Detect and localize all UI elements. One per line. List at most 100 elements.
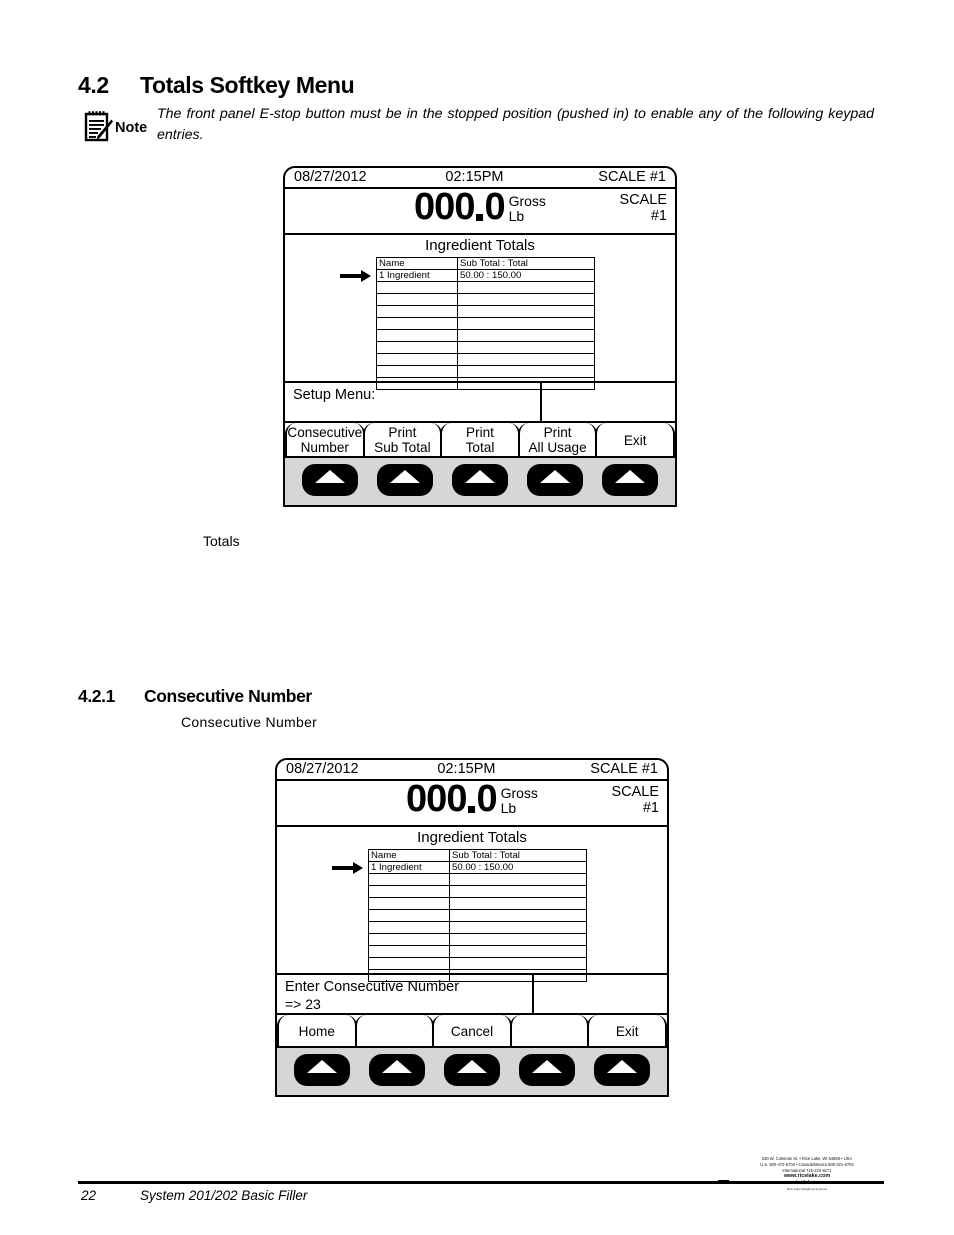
softkey-button-4[interactable] xyxy=(519,1054,576,1086)
table-row[interactable] xyxy=(376,329,595,342)
table-row[interactable] xyxy=(368,945,587,958)
table-row[interactable] xyxy=(368,933,587,946)
table-row[interactable] xyxy=(376,281,595,294)
cell-total xyxy=(457,365,595,378)
right-arrow-icon xyxy=(340,270,372,282)
cell-total xyxy=(457,305,595,318)
status-bar: 08/27/2012 02:15PM SCALE #1 xyxy=(277,760,667,781)
cell-total xyxy=(449,957,587,970)
right-arrow-icon xyxy=(332,862,364,874)
softkey-button-5[interactable] xyxy=(602,463,659,496)
weight-display-row: 000 0 Gross Lb SCALE #1 xyxy=(277,778,667,827)
weight-display: 000 0 Gross Lb xyxy=(277,778,667,820)
scale-indicator-line1: SCALE xyxy=(611,784,659,800)
section-heading-4-2-1: 4.2.1 Consecutive Number xyxy=(78,686,312,707)
softkey-button-2[interactable] xyxy=(376,463,433,496)
cell-total xyxy=(457,281,595,294)
cell-total xyxy=(449,885,587,898)
softkey-label-blank-4[interactable] xyxy=(509,1015,590,1046)
softkey-line1: Print xyxy=(388,425,417,440)
weight-units-group: Gross Lb xyxy=(501,786,538,816)
softkey-button-3[interactable] xyxy=(443,1054,500,1086)
column-header-total: Sub Total : Total xyxy=(457,257,595,270)
body-title: Ingredient Totals xyxy=(417,829,527,846)
cell-total: 50.00 : 150.00 xyxy=(457,269,595,282)
company-address-block: 230 W. Coleman St. • Rice Lake, WI 54868… xyxy=(731,1156,883,1192)
softkey-line2: Sub Total xyxy=(374,440,431,456)
softkey-label-exit[interactable]: Exit xyxy=(595,423,675,456)
table-row[interactable]: 1 Ingredient 50.00 : 150.00 xyxy=(368,861,587,874)
softkey-button-2[interactable] xyxy=(368,1054,425,1086)
softkey-button-tray xyxy=(275,1048,669,1097)
table-row[interactable] xyxy=(368,873,587,886)
table-row[interactable] xyxy=(376,305,595,318)
cell-name xyxy=(376,305,458,318)
consecutive-number-value[interactable]: => 23 xyxy=(285,996,532,1013)
softkey-line2: Total xyxy=(465,440,495,456)
table-row[interactable] xyxy=(368,921,587,934)
scale-indicator-line2: #1 xyxy=(650,208,667,225)
table-row[interactable] xyxy=(368,897,587,910)
softkey-label-blank-2[interactable] xyxy=(354,1015,435,1046)
cell-total xyxy=(449,945,587,958)
scale-indicator-line2: #1 xyxy=(642,800,659,817)
weight-display-row: 000 0 Gross Lb SCALE #1 xyxy=(285,186,675,235)
scale-indicator: SCALE #1 xyxy=(619,192,667,224)
cell-total xyxy=(457,293,595,306)
table-row[interactable] xyxy=(376,317,595,330)
softkey-label-print-sub-total[interactable]: Print Sub Total xyxy=(362,423,443,456)
cell-name: 1 Ingredient xyxy=(368,861,450,874)
weight-units: Lb xyxy=(508,207,525,224)
cell-name xyxy=(368,945,450,958)
table-row[interactable] xyxy=(368,909,587,922)
softkey-button-5[interactable] xyxy=(594,1054,651,1086)
status-bar: 08/27/2012 02:15PM SCALE #1 xyxy=(285,168,675,189)
table-row[interactable] xyxy=(376,341,595,354)
cell-name xyxy=(368,921,450,934)
softkey-button-3[interactable] xyxy=(451,463,508,496)
softkey-label-consecutive-number[interactable]: Consecutive Number xyxy=(285,423,365,456)
table-row[interactable] xyxy=(368,885,587,898)
note-pad-pencil-icon xyxy=(84,110,114,147)
table-row[interactable] xyxy=(376,365,595,378)
table-row[interactable] xyxy=(368,957,587,970)
prompt-area: Enter Consecutive Number => 23 xyxy=(277,975,667,1013)
ingredient-totals-table: Name Sub Total : Total 1 Ingredient 50.0… xyxy=(368,849,587,982)
table-row[interactable]: 1 Ingredient 50.00 : 150.00 xyxy=(376,269,595,282)
softkey-label-cancel[interactable]: Cancel xyxy=(432,1015,512,1046)
softkey-button-4[interactable] xyxy=(527,463,584,496)
prompt-blank-region xyxy=(534,975,667,1013)
status-time: 02:15PM xyxy=(445,169,504,185)
softkey-label-print-all-usage[interactable]: Print All Usage xyxy=(517,423,598,456)
weight-integer: 000 xyxy=(414,186,475,228)
softkey-button-1[interactable] xyxy=(301,463,358,496)
status-scale: SCALE #1 xyxy=(590,761,658,777)
softkey-label-home[interactable]: Home xyxy=(277,1015,357,1046)
softkey-label-print-total[interactable]: Print Total xyxy=(440,423,520,456)
softkey-button-1[interactable] xyxy=(293,1054,350,1086)
prompt-text-region: Enter Consecutive Number => 23 xyxy=(277,975,534,1013)
body-title: Ingredient Totals xyxy=(425,237,535,254)
status-date: 08/27/2012 xyxy=(294,169,367,185)
cell-total xyxy=(449,933,587,946)
weight-decimal: 0 xyxy=(476,778,497,820)
weight-mode: Gross xyxy=(508,193,546,209)
column-header-name: Name xyxy=(376,257,458,270)
softkey-line1: Cancel xyxy=(450,1023,494,1039)
weight-value: 000 0 xyxy=(406,778,498,820)
cell-total xyxy=(457,317,595,330)
column-header-name: Name xyxy=(368,849,450,862)
cell-name: 1 Ingredient xyxy=(376,269,458,282)
table-row[interactable] xyxy=(376,293,595,306)
table-row[interactable] xyxy=(376,353,595,366)
status-date: 08/27/2012 xyxy=(286,761,359,777)
softkey-label-exit[interactable]: Exit xyxy=(587,1015,667,1046)
cell-name xyxy=(376,353,458,366)
website-primary: www.ricelake.com xyxy=(783,1173,831,1180)
indicator-panel-consecutive-number: 08/27/2012 02:15PM SCALE #1 000 0 Gross … xyxy=(275,758,669,1097)
table-header-row: Name Sub Total : Total xyxy=(376,257,595,270)
cell-name xyxy=(376,329,458,342)
indicator-panel-totals: 08/27/2012 02:15PM SCALE #1 000 0 Gross … xyxy=(283,166,677,507)
prompt-line1: Enter Consecutive Number xyxy=(285,979,460,995)
column-header-total: Sub Total : Total xyxy=(449,849,587,862)
